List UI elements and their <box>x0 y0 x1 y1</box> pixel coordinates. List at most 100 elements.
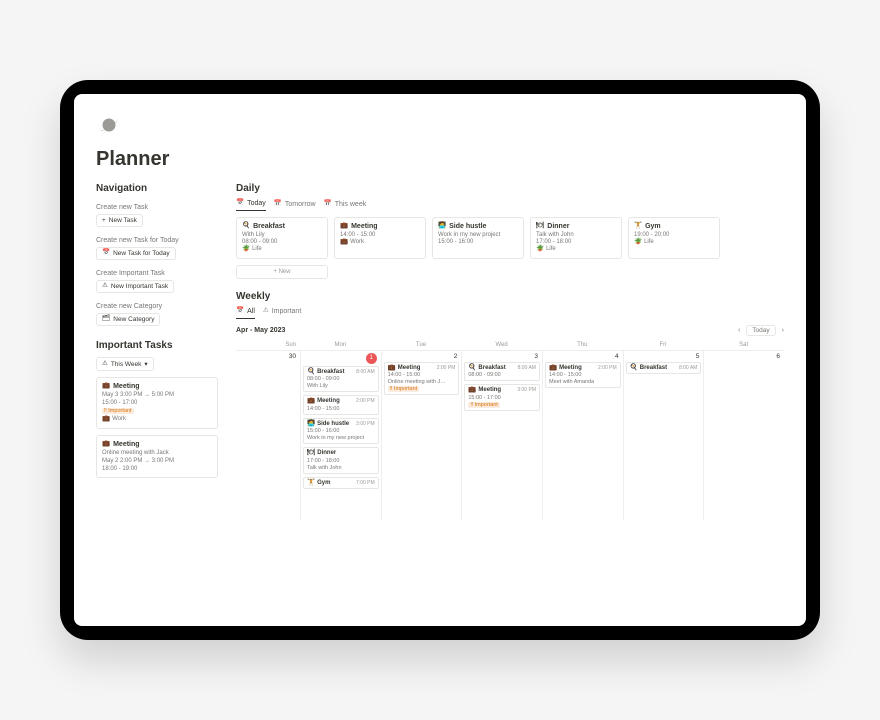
new-task-button[interactable]: + New Task <box>96 214 143 227</box>
new-task-button-label: New Task <box>109 217 137 224</box>
task-tag: Important <box>108 408 131 414</box>
daily-card[interactable]: 🍽DinnerTalk with John17:00 - 18:00🪴 Life <box>530 217 622 259</box>
daily-cards-row: 🍳BreakfastWith Lily08:00 - 09:00🪴 Life💼M… <box>236 217 784 259</box>
task-subtitle: Online meeting with Jack <box>102 450 212 456</box>
calendar-dayname: Sat <box>703 340 784 350</box>
calendar-event[interactable]: 🧑‍💻Side hustle3:00 PM15:00 - 16:00Work i… <box>303 418 379 445</box>
page-title: Planner <box>96 148 784 171</box>
new-important-task-button-label: New Important Task <box>111 283 168 290</box>
tab-today[interactable]: 📅Today <box>236 200 266 211</box>
calendar-icon: 📅 <box>274 201 282 208</box>
warning-icon: ⚠ <box>102 361 108 368</box>
task-category: Work <box>112 416 126 422</box>
calendar-day-column[interactable]: 30 <box>236 350 300 520</box>
calendar-day-number: 1 <box>303 353 379 366</box>
nav-heading: Navigation <box>96 183 218 194</box>
briefcase-icon: 💼 <box>102 441 110 448</box>
task-when: May 3 3:00 PM → 5:00 PM <box>102 392 212 398</box>
weekly-today-button[interactable]: Today <box>746 325 775 336</box>
calendar-event[interactable]: 💼Meeting2:00 PM14:00 - 15:00Online meeti… <box>384 362 460 396</box>
calendar-event[interactable]: 💼Meeting2:00 PM14:00 - 15:00 <box>303 395 379 415</box>
this-week-filter[interactable]: ⚠ This Week ▾ <box>96 357 154 371</box>
calendar-day-column[interactable]: 4💼Meeting2:00 PM14:00 - 15:00Meet with A… <box>542 350 623 520</box>
important-task-card[interactable]: 💼 Meeting May 3 3:00 PM → 5:00 PM 15:00 … <box>96 377 218 429</box>
calendar-day-number: 30 <box>238 353 298 362</box>
weekly-heading: Weekly <box>236 291 784 302</box>
weekly-prev-button[interactable]: ‹ <box>738 327 740 334</box>
new-daily-card-button[interactable]: + New <box>236 265 328 279</box>
tab-weekly-all[interactable]: 📅All <box>236 308 255 319</box>
calendar-day-number: 6 <box>706 353 782 362</box>
new-category-button-label: New Category <box>113 316 154 323</box>
calendar-day-number: 2 <box>384 353 460 362</box>
tab-this-week[interactable]: 📅This week <box>324 200 367 211</box>
new-task-today-button-label: New Task for Today <box>113 250 169 257</box>
task-when: May 2 2:00 PM → 3:00 PM <box>102 458 212 464</box>
important-task-card[interactable]: 💼 Meeting Online meeting with Jack May 2… <box>96 435 218 478</box>
tablet-frame: Planner Navigation Create new Task + New… <box>60 80 820 640</box>
weekly-tabs: 📅All ⚠Important <box>236 308 784 319</box>
calendar-event[interactable]: 🍳Breakfast8:00 AM08:00 - 09:00With Lily <box>303 366 379 393</box>
folder-icon: 🗂 <box>102 316 110 323</box>
calendar-dayname: Tue <box>381 340 462 350</box>
daily-card[interactable]: 🍳BreakfastWith Lily08:00 - 09:00🪴 Life <box>236 217 328 259</box>
daily-card[interactable]: 🧑‍💻Side hustleWork in my new project15:0… <box>432 217 524 259</box>
screen: Planner Navigation Create new Task + New… <box>74 94 806 626</box>
calendar-event[interactable]: 🏋Gym7:00 PM <box>303 477 379 490</box>
daily-card[interactable]: 🏋Gym19:00 - 20:00🪴 Life <box>628 217 720 259</box>
important-tasks-heading: Important Tasks <box>96 340 218 351</box>
task-time: 15:00 - 17:00 <box>102 400 212 406</box>
calendar-icon: 📅 <box>236 308 244 315</box>
new-task-today-button[interactable]: 📅 New Task for Today <box>96 247 176 260</box>
chevron-down-icon: ▾ <box>144 360 147 368</box>
create-category-label: Create new Category <box>96 303 218 310</box>
main-content: Daily 📅Today 📅Tomorrow 📅This week 🍳Break… <box>236 183 784 626</box>
calendar-event[interactable]: 💼Meeting2:00 PM14:00 - 15:00Meet with Am… <box>545 362 621 389</box>
calendar-day-column[interactable]: 6 <box>703 350 784 520</box>
briefcase-icon: 💼 <box>102 416 110 423</box>
calendar-dayname: Wed <box>461 340 542 350</box>
create-task-label: Create new Task <box>96 204 218 211</box>
calendar-day-number: 5 <box>626 353 702 362</box>
weekly-range: Apr - May 2023 <box>236 327 285 334</box>
plus-icon: + <box>102 217 106 224</box>
calendar-dayname: Mon <box>300 340 381 350</box>
calendar-event[interactable]: 🍳Breakfast8:00 AM08:00 - 09:00 <box>464 362 540 382</box>
task-time: 18:00 - 19:00 <box>102 466 212 472</box>
calendar-dayname: Sun <box>236 340 300 350</box>
briefcase-icon: 💼 <box>102 383 110 390</box>
task-title: Meeting <box>113 441 139 448</box>
create-important-task-label: Create Important Task <box>96 270 218 277</box>
calendar-event[interactable]: 🍽Dinner17:00 - 18:00Talk with John <box>303 447 379 474</box>
calendar-body: 301🍳Breakfast8:00 AM08:00 - 09:00With Li… <box>236 350 784 520</box>
daily-tabs: 📅Today 📅Tomorrow 📅This week <box>236 200 784 211</box>
planet-logo-icon <box>96 112 122 138</box>
daily-card[interactable]: 💼Meeting14:00 - 15:00💼 Work <box>334 217 426 259</box>
daily-heading: Daily <box>236 183 784 194</box>
weekly-next-button[interactable]: › <box>782 327 784 334</box>
calendar-icon: 📅 <box>102 250 110 257</box>
new-important-task-button[interactable]: ⚠ New Important Task <box>96 280 174 293</box>
tab-tomorrow[interactable]: 📅Tomorrow <box>274 200 316 211</box>
sidebar: Navigation Create new Task + New Task Cr… <box>96 183 218 626</box>
calendar-day-column[interactable]: 1🍳Breakfast8:00 AM08:00 - 09:00With Lily… <box>300 350 381 520</box>
create-task-today-label: Create new Task for Today <box>96 237 218 244</box>
warning-icon: ⚠ <box>102 283 108 290</box>
calendar-day-column[interactable]: 3🍳Breakfast8:00 AM08:00 - 09:00💼Meeting3… <box>461 350 542 520</box>
tab-weekly-important[interactable]: ⚠Important <box>263 308 301 319</box>
calendar-event[interactable]: 🍳Breakfast8:00 AM <box>626 362 702 375</box>
calendar-icon: 📅 <box>236 200 244 207</box>
calendar-day-number: 4 <box>545 353 621 362</box>
calendar-icon: 📅 <box>324 201 332 208</box>
new-category-button[interactable]: 🗂 New Category <box>96 313 160 326</box>
calendar-day-column[interactable]: 2💼Meeting2:00 PM14:00 - 15:00Online meet… <box>381 350 462 520</box>
calendar-event[interactable]: 💼Meeting3:00 PM15:00 - 17:00‼ Important <box>464 384 540 411</box>
calendar-header: SunMonTueWedThuFriSat <box>236 340 784 350</box>
this-week-filter-label: This Week <box>111 361 142 368</box>
task-title: Meeting <box>113 383 139 390</box>
calendar-dayname: Thu <box>542 340 623 350</box>
warning-icon: ⚠ <box>263 308 269 315</box>
calendar-day-number: 3 <box>464 353 540 362</box>
calendar-day-column[interactable]: 5🍳Breakfast8:00 AM <box>623 350 704 520</box>
calendar-dayname: Fri <box>623 340 704 350</box>
